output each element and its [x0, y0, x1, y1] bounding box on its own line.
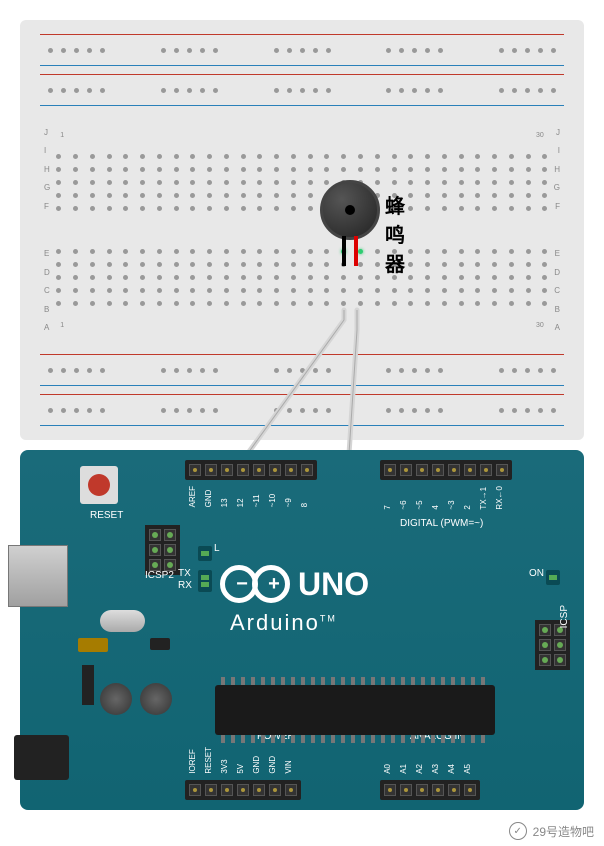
led-tx-label: TX [178, 568, 191, 579]
pin-RX←0 [496, 464, 508, 476]
pin-A3 [432, 784, 444, 796]
watermark-text: 29号造物吧 [533, 823, 594, 840]
pin-7 [384, 464, 396, 476]
arduino-uno-board: RESET ICSP2 ICSP L TX RX ON AREFGND1312~… [20, 450, 584, 810]
digital-labels-left: AREFGND1312~11~10~98 [188, 486, 310, 507]
pin-TX→1 [480, 464, 492, 476]
icsp2-header [145, 525, 180, 575]
pin-A2 [416, 784, 428, 796]
pin-GND [269, 784, 281, 796]
digital-section-label: DIGITAL (PWM=~) [400, 518, 483, 529]
pin-AREF [189, 464, 201, 476]
reset-label: RESET [90, 510, 123, 521]
analog-header [380, 780, 480, 800]
led-on [546, 570, 560, 585]
led-on-label: ON [529, 568, 544, 579]
pin-~11 [253, 464, 265, 476]
power-rail-top-a: for(let g=0;g<5;g++){document.write('<di… [40, 30, 564, 70]
buzzer-component: 蜂鸣器 [320, 180, 380, 240]
pin-2 [464, 464, 476, 476]
power-labels: IOREFRESET3V35VGNDGNDVIN [188, 747, 294, 774]
power-rail-bottom-a: for(let g=0;g<5;g++){document.write('<di… [40, 350, 564, 390]
analog-labels: A0A1A2A3A4A5 [383, 764, 473, 774]
breadboard: for(let g=0;g<5;g++){document.write('<di… [20, 20, 584, 440]
wechat-icon: ✓ [509, 822, 527, 840]
row-labels-right: J I H G F E D C B A [550, 120, 564, 340]
watermark: ✓ 29号造物吧 [509, 822, 594, 840]
led-l-label: L [214, 543, 220, 554]
brand-text: ArduinoTM [230, 610, 337, 636]
power-header [185, 780, 301, 800]
pin-IOREF [189, 784, 201, 796]
atmega-chip [215, 685, 495, 735]
pin-3V3 [221, 784, 233, 796]
pin-~3 [448, 464, 460, 476]
infinity-icon: − + [220, 565, 290, 603]
capacitor [100, 683, 132, 715]
reset-button [80, 466, 118, 504]
pin-A0 [384, 784, 396, 796]
pin-GND [253, 784, 265, 796]
smd-component [150, 638, 170, 650]
buzzer-leg-positive [354, 236, 358, 266]
pin-~6 [400, 464, 412, 476]
row-labels-left: J I H G F E D C B A [40, 120, 54, 340]
power-rail-bottom-b: for(let g=0;g<5;g++){document.write('<di… [40, 390, 564, 430]
led-l [198, 546, 212, 561]
icsp2-label: ICSP2 [145, 570, 174, 581]
buzzer-annotation: 蜂鸣器 [385, 190, 405, 277]
pin-~10 [269, 464, 281, 476]
arduino-logo: − + UNO [220, 565, 369, 603]
power-jack [14, 735, 69, 780]
digital-header-right [380, 460, 512, 480]
pin-13 [221, 464, 233, 476]
pin-A1 [400, 784, 412, 796]
icsp-label: ICSP [559, 605, 570, 628]
digital-labels-right: 7~6~54~32TX→1RX←0 [383, 486, 505, 510]
pin-A4 [448, 784, 460, 796]
digital-header-left [185, 460, 317, 480]
pin-~5 [416, 464, 428, 476]
voltage-regulator [82, 665, 94, 705]
wiring-diagram: for(let g=0;g<5;g++){document.write('<di… [0, 0, 604, 846]
pin-4 [432, 464, 444, 476]
usb-port [8, 545, 68, 607]
pin-GND [205, 464, 217, 476]
pin-5V [237, 784, 249, 796]
pin-12 [237, 464, 249, 476]
breadboard-tie-points: J I H G F E D C B A 130 130 J I [40, 120, 564, 340]
led-rx-label: RX [178, 580, 192, 591]
pin-~9 [285, 464, 297, 476]
led-txrx [198, 570, 212, 592]
crystal-oscillator [100, 610, 145, 632]
board-name: UNO [298, 566, 369, 603]
buzzer-body [320, 180, 380, 240]
pin-VIN [285, 784, 297, 796]
capacitor [140, 683, 172, 715]
pin-A5 [464, 784, 476, 796]
polyfuse [78, 638, 108, 652]
buzzer-leg-negative [342, 236, 346, 266]
pin-8 [301, 464, 313, 476]
power-rail-top-b: for(let g=0;g<5;g++){document.write('<di… [40, 70, 564, 110]
pin-RESET [205, 784, 217, 796]
